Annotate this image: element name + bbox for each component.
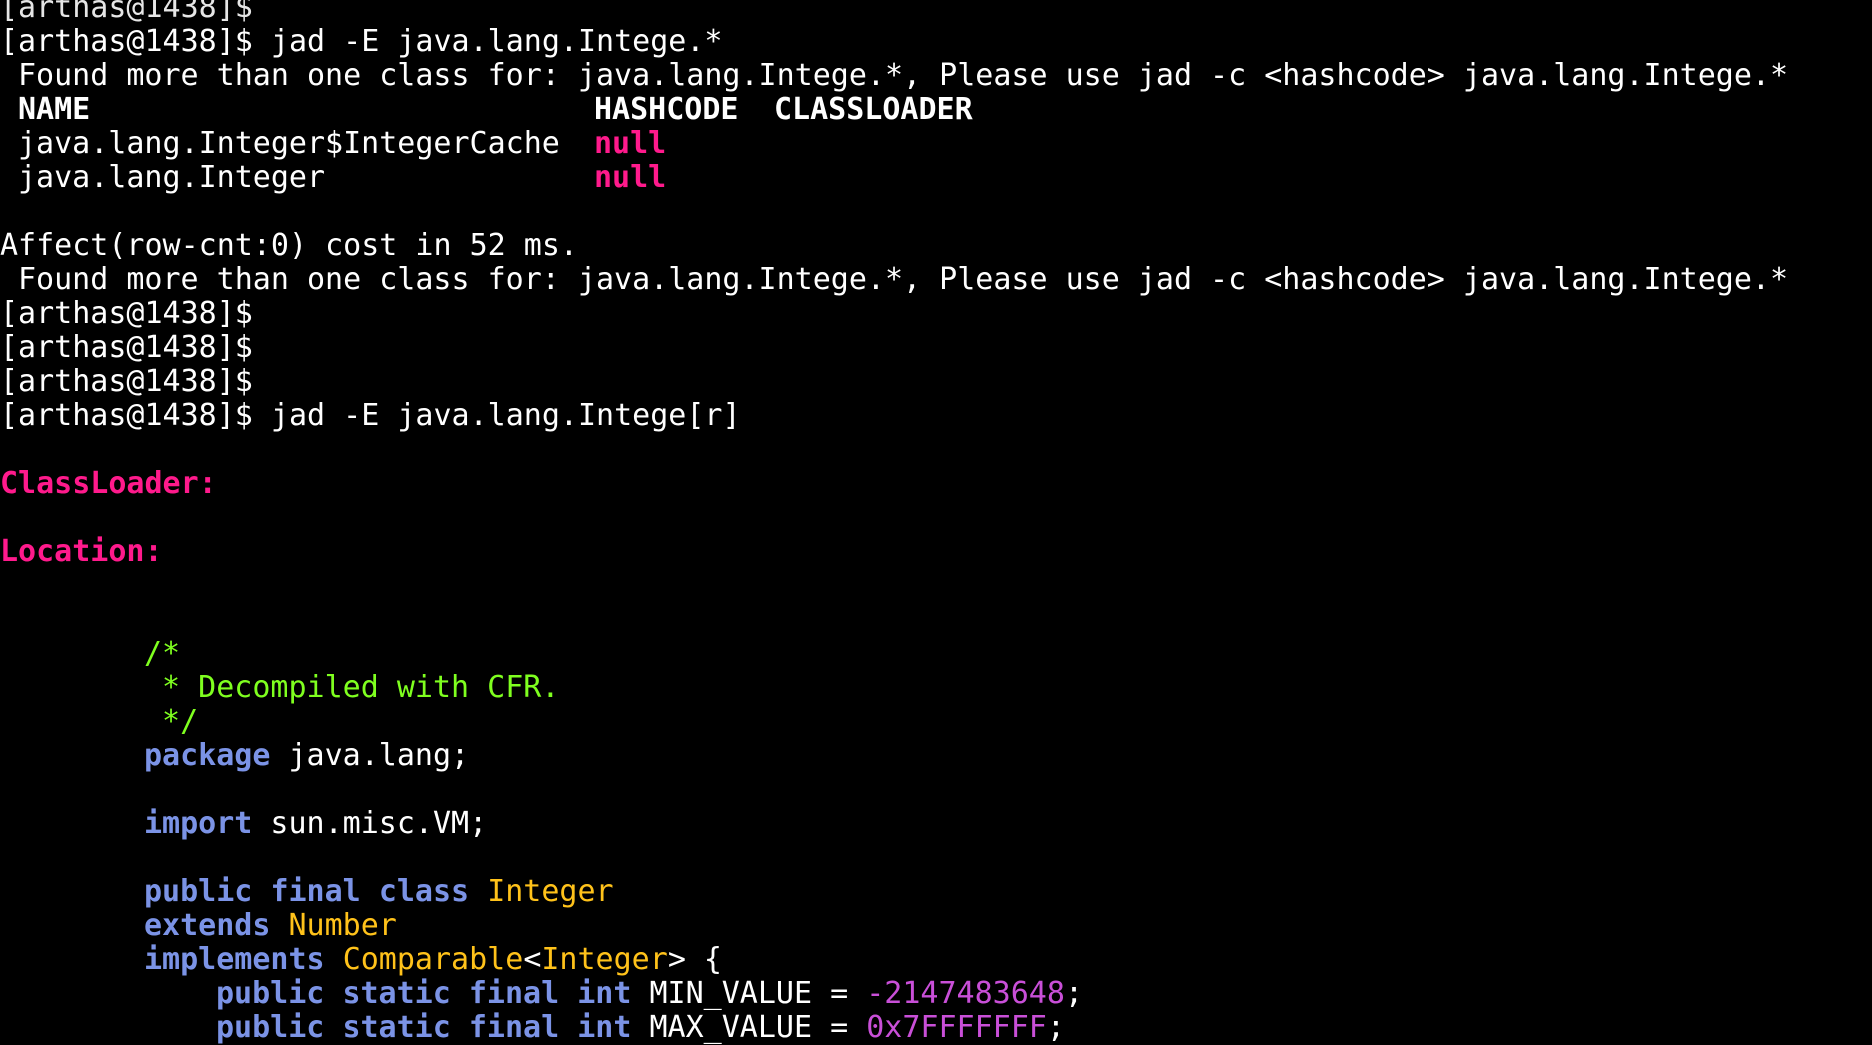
class-name: Integer (487, 874, 614, 909)
prompt-line: [arthas@1438]$ (0, 365, 1872, 399)
code-field-max-line: public static final int MAX_VALUE = 0x7F… (0, 1011, 1872, 1045)
package-name: java.lang; (270, 738, 470, 773)
prompt: [arthas@1438]$ (0, 296, 253, 331)
import-name: sun.misc.VM; (252, 806, 488, 841)
generic-close: > { (667, 942, 722, 977)
prompt-line: [arthas@1438]$ (0, 297, 1872, 331)
prompt: [arthas@1438]$ (0, 398, 253, 433)
hashcode-value: null (594, 160, 667, 195)
keyword-class: class (378, 874, 470, 909)
keyword-public: public (216, 1010, 325, 1045)
code-package-line: package java.lang; (0, 739, 1872, 773)
field-value: -2147483648 (866, 976, 1065, 1011)
prompt: [arthas@1438]$ (0, 330, 253, 365)
hashcode-value: null (594, 126, 667, 161)
prompt-line: [arthas@1438]$ (0, 331, 1872, 365)
semicolon: ; (1064, 976, 1083, 1011)
keyword-extends: extends (144, 908, 271, 943)
class-name: java.lang.Integer$IntegerCache (18, 126, 560, 161)
command-line-1: [arthas@1438]$ jad -E java.lang.Intege.* (0, 25, 1872, 59)
keyword-package: package (144, 738, 271, 773)
code-class-decl-line: public final class Integer (0, 875, 1872, 909)
command-line-2: [arthas@1438]$ jad -E java.lang.Intege[r… (0, 399, 1872, 433)
field-name: MAX_VALUE = (631, 1010, 867, 1045)
keyword-final: final (468, 976, 560, 1011)
table-header-row: NAME HASHCODE CLASSLOADER (0, 93, 1872, 127)
class-name: java.lang.Integer (18, 160, 326, 195)
generic-open: < (523, 942, 542, 977)
code-extends-line: extends Number (0, 909, 1872, 943)
table-row: java.lang.Integer null (0, 161, 1872, 195)
code-import-line: import sun.misc.VM; (0, 807, 1872, 841)
keyword-implements: implements (144, 942, 325, 977)
keyword-public: public (144, 874, 253, 909)
keyword-public: public (216, 976, 325, 1011)
command-text: jad -E java.lang.Intege.* (252, 24, 723, 59)
command-text: jad -E java.lang.Intege[r] (252, 398, 741, 433)
classloader-label: ClassLoader: (0, 466, 217, 501)
keyword-static: static (342, 1010, 451, 1045)
found-message-2: Found more than one class for: java.lang… (18, 262, 1789, 297)
prompt: [arthas@1438]$ (0, 24, 253, 59)
header-classloader: CLASSLOADER (774, 92, 973, 127)
partial-prompt-line: [arthas@1438]$ (0, 0, 1872, 25)
code-field-min-line: public static final int MIN_VALUE = -214… (0, 977, 1872, 1011)
keyword-int: int (577, 976, 632, 1011)
field-value: 0x7FFFFFFF (866, 1010, 1047, 1045)
keyword-import: import (144, 806, 253, 841)
table-row: java.lang.Integer$IntegerCache null (0, 127, 1872, 161)
location-label: Location: (0, 534, 163, 569)
code-implements-line: implements Comparable<Integer> { (0, 943, 1872, 977)
header-name: NAME (18, 92, 91, 127)
affect-summary: Affect(row-cnt:0) cost in 52 ms. (0, 228, 578, 263)
code-comment-close: */ (144, 704, 199, 739)
prompt: [arthas@1438]$ (0, 364, 253, 399)
header-hashcode: HASHCODE (594, 92, 739, 127)
keyword-final: final (270, 874, 361, 909)
keyword-final: final (468, 1010, 560, 1045)
keyword-int: int (577, 1010, 632, 1045)
prompt: [arthas@1438]$ (0, 0, 253, 25)
field-name: MIN_VALUE = (631, 976, 867, 1011)
semicolon: ; (1046, 1010, 1065, 1045)
keyword-static: static (342, 976, 451, 1011)
extends-name: Number (288, 908, 397, 943)
interface-name: Comparable (342, 942, 524, 977)
terminal-output[interactable]: [arthas@1438]$ [arthas@1438]$ jad -E jav… (0, 0, 1872, 1045)
code-comment-open: /* (144, 636, 181, 671)
code-comment-body: * Decompiled with CFR. (144, 670, 560, 705)
generic-type: Integer (541, 942, 668, 977)
found-message: Found more than one class for: java.lang… (18, 58, 1789, 93)
